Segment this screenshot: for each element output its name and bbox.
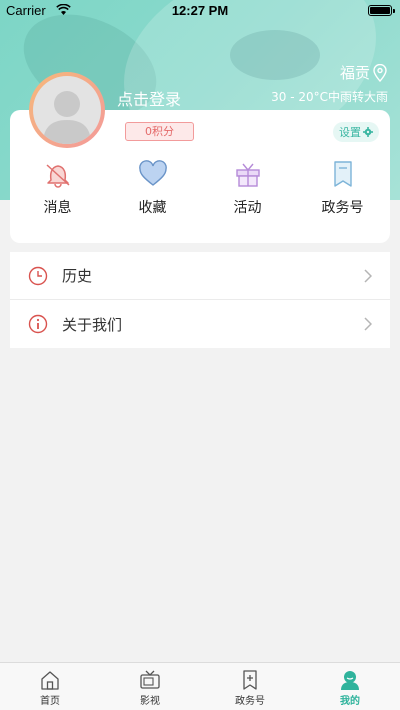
weather-summary: 30 - 20°C中雨转大雨	[271, 90, 388, 104]
tab-home[interactable]: 首页	[0, 663, 100, 710]
settings-label: 设置	[339, 126, 361, 139]
bookmark-icon	[333, 161, 352, 187]
clock-icon	[28, 266, 48, 285]
gear-icon	[363, 127, 373, 137]
default-avatar-icon	[33, 76, 101, 144]
user-icon	[341, 671, 359, 690]
tab-label: 政务号	[235, 696, 265, 707]
quick-action-label: 政务号	[321, 200, 364, 216]
location-label: 福贡	[339, 64, 370, 82]
settings-button[interactable]: 设置	[333, 122, 379, 142]
tab-video[interactable]: 影视	[100, 663, 200, 710]
tab-label: 影视	[140, 696, 160, 707]
info-icon	[28, 314, 48, 334]
tab-gov-accounts[interactable]: 政务号	[200, 663, 300, 710]
location-selector[interactable]: 福贡	[340, 62, 388, 83]
gift-icon	[235, 163, 260, 187]
header-art	[230, 30, 320, 80]
menu-item-about[interactable]: 关于我们	[10, 300, 390, 348]
settings-menu: 历史 关于我们	[10, 252, 390, 348]
clock: 12:27 PM	[171, 3, 229, 18]
chevron-right-icon	[364, 317, 372, 331]
tv-icon	[140, 670, 160, 689]
avatar[interactable]	[29, 72, 105, 148]
quick-action-label: 收藏	[138, 200, 167, 216]
heart-icon	[138, 160, 167, 186]
quick-action-messages[interactable]: 消息	[10, 160, 105, 230]
bell-icon	[45, 164, 70, 188]
battery-icon	[368, 5, 395, 16]
login-link[interactable]: 点击登录	[117, 86, 181, 110]
quick-action-gov-accounts[interactable]: 政务号	[295, 160, 390, 230]
location-pin-icon	[373, 63, 387, 82]
quick-action-events[interactable]: 活动	[200, 160, 295, 230]
menu-item-label: 历史	[62, 267, 93, 285]
tab-mine[interactable]: 我的	[300, 663, 400, 710]
tab-label: 我的	[340, 696, 360, 707]
status-bar: Carrier 12:27 PM	[0, 0, 400, 22]
quick-action-label: 活动	[233, 200, 262, 216]
quick-actions: 消息 收藏 活动 政务号	[10, 160, 390, 230]
menu-item-label: 关于我们	[62, 315, 123, 334]
menu-item-history[interactable]: 历史	[10, 252, 390, 300]
bookmark-plus-icon	[243, 670, 257, 690]
bottom-tab-bar: 首页 影视 政务号 我的	[0, 662, 400, 710]
quick-action-favorites[interactable]: 收藏	[105, 160, 200, 230]
quick-action-label: 消息	[43, 200, 72, 216]
chevron-right-icon	[364, 268, 372, 283]
home-icon	[41, 671, 59, 690]
tab-label: 首页	[40, 696, 60, 707]
points-badge: 0积分	[125, 122, 194, 141]
